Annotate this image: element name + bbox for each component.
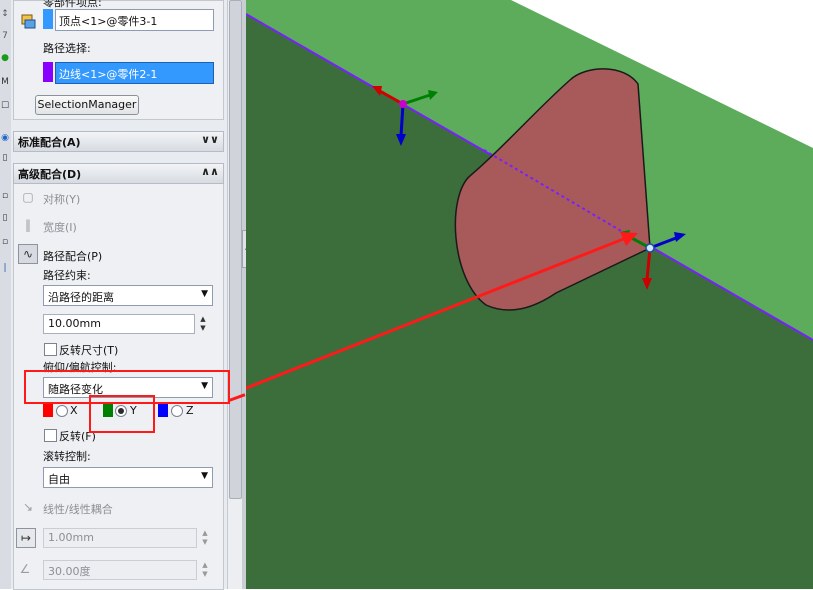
z-axis-label: Z: [186, 404, 194, 417]
expand-chevron-icon[interactable]: ∨∨: [201, 133, 219, 146]
standard-mates-header[interactable]: 标准配合(A) ∨∨: [13, 131, 224, 152]
width-icon[interactable]: ‖: [19, 216, 37, 234]
path-constraint-label: 路径约束:: [43, 269, 91, 282]
tool-icon[interactable]: |: [0, 262, 10, 274]
z-axis-radio[interactable]: [171, 405, 183, 417]
path-constraint-dropdown[interactable]: 沿路径的距离 ▼: [43, 285, 213, 306]
tool-icon[interactable]: ●: [0, 52, 10, 64]
linear-distance-input[interactable]: 1.00mm: [43, 528, 197, 548]
path-mate-icon[interactable]: ∿: [18, 244, 38, 264]
distance-input[interactable]: 10.00mm: [43, 314, 195, 334]
angle-spinner[interactable]: ▲ ▼: [199, 561, 211, 579]
component-selection-box[interactable]: 顶点<1>@零件3-1: [55, 9, 214, 31]
flip-checkbox[interactable]: [44, 429, 57, 442]
selection-manager-button[interactable]: SelectionManager: [35, 95, 139, 115]
path-color-swatch: [43, 62, 53, 82]
path-selection-label: 路径选择:: [43, 42, 91, 55]
chevron-down-icon: ▼: [201, 471, 208, 481]
chevron-down-icon: ▼: [201, 289, 208, 299]
x-axis-swatch: [43, 404, 53, 417]
property-manager-panel: 零部件项点: 顶点<1>@零件3-1 路径选择: 边线<1>@零件2-1 Sel…: [11, 0, 227, 590]
component-icon: [19, 12, 37, 30]
angle-icon[interactable]: ∠: [16, 560, 34, 578]
tool-icon[interactable]: ↕: [0, 8, 10, 20]
tool-icon[interactable]: 7: [0, 30, 10, 42]
linear-coupler-icon[interactable]: ↘: [19, 498, 37, 516]
symmetric-mate-label[interactable]: 对称(Y): [43, 191, 80, 207]
tool-icon[interactable]: ◉: [0, 132, 10, 144]
tool-icon[interactable]: ▫: [0, 236, 10, 248]
flip-dimension-label: 反转尺寸(T): [59, 344, 119, 357]
graphics-viewport[interactable]: [246, 0, 813, 589]
angle-input[interactable]: 30.00度: [43, 560, 197, 580]
advanced-mates-header[interactable]: 高级配合(D) ∧∧: [13, 163, 224, 184]
x-axis-label: X: [70, 404, 78, 417]
scrollbar-thumb[interactable]: [229, 0, 242, 499]
distance-icon[interactable]: ↦: [16, 528, 36, 548]
tool-icon[interactable]: M: [0, 76, 10, 88]
tool-icon[interactable]: ▯: [0, 212, 10, 224]
distance-spinner[interactable]: ▲ ▼: [197, 315, 209, 333]
roll-control-dropdown[interactable]: 自由 ▼: [43, 467, 213, 488]
tool-icon[interactable]: ▫: [0, 190, 10, 202]
tool-icon[interactable]: ☐: [0, 100, 10, 112]
x-axis-radio[interactable]: [56, 405, 68, 417]
annotation-box-y-axis: [89, 395, 155, 433]
flip-dimension-checkbox[interactable]: [44, 343, 57, 356]
path-selection-box[interactable]: 边线<1>@零件2-1: [55, 62, 214, 84]
component-color-swatch: [43, 9, 53, 29]
linear-distance-spinner[interactable]: ▲ ▼: [199, 529, 211, 547]
tool-icon[interactable]: ▯: [0, 152, 10, 164]
width-mate-label[interactable]: 宽度(I): [43, 219, 77, 235]
path-mate-label[interactable]: 路径配合(P): [43, 248, 102, 264]
z-axis-swatch: [158, 404, 168, 417]
roll-control-label: 滚转控制:: [43, 450, 91, 463]
viewport-canvas[interactable]: [246, 0, 813, 589]
linear-coupler-label[interactable]: 线性/线性耦合: [43, 501, 113, 517]
symmetric-icon[interactable]: ▢: [19, 188, 37, 206]
collapse-chevron-icon[interactable]: ∧∧: [201, 165, 219, 178]
